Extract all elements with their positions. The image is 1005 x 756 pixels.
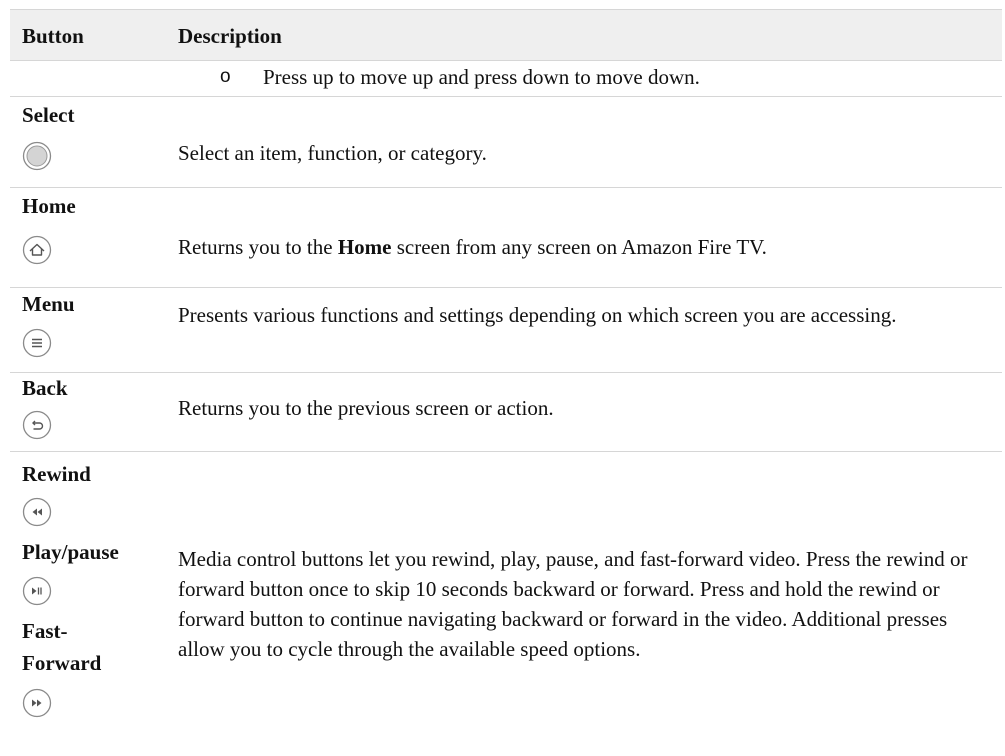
bullet-marker: o <box>220 66 231 87</box>
fast-forward-icon <box>22 688 52 718</box>
table-row-select: Select Select an item, function, or cate… <box>10 97 1002 188</box>
back-icon <box>22 410 52 440</box>
menu-description: Presents various functions and settings … <box>178 303 897 327</box>
table-header: Button Description <box>10 9 1002 61</box>
table-row-home: Home Returns you to the Home screen from… <box>10 188 1002 288</box>
fast-forward-label-line2: Forward <box>22 651 102 675</box>
play-pause-icon <box>22 576 52 606</box>
bullet-text: Press up to move up and press down to mo… <box>263 65 700 89</box>
rewind-label: Rewind <box>22 462 91 486</box>
select-circle-icon <box>22 141 52 171</box>
fast-forward-label-line1: Fast- <box>22 619 68 643</box>
header-description: Description <box>178 24 282 48</box>
home-label: Home <box>22 194 76 218</box>
menu-icon <box>22 328 52 358</box>
back-label: Back <box>22 376 68 400</box>
table-row-back: Back Returns you to the previous screen … <box>10 373 1002 452</box>
table-row-menu: Menu Presents various functions and sett… <box>10 288 1002 373</box>
table-row-media: Rewind Play/pause Fast- Forward Media co… <box>10 452 1002 756</box>
table-row: o Press up to move up and press down to … <box>10 60 1002 97</box>
home-description: Returns you to the Home screen from any … <box>178 235 767 259</box>
menu-label: Menu <box>22 292 75 316</box>
header-button: Button <box>22 24 84 48</box>
select-description: Select an item, function, or category. <box>178 141 487 165</box>
home-icon <box>22 235 52 265</box>
back-description: Returns you to the previous screen or ac… <box>178 396 554 420</box>
select-label: Select <box>22 103 75 127</box>
media-description: Media control buttons let you rewind, pl… <box>178 547 968 661</box>
play-pause-label: Play/pause <box>22 540 119 564</box>
rewind-icon <box>22 497 52 527</box>
